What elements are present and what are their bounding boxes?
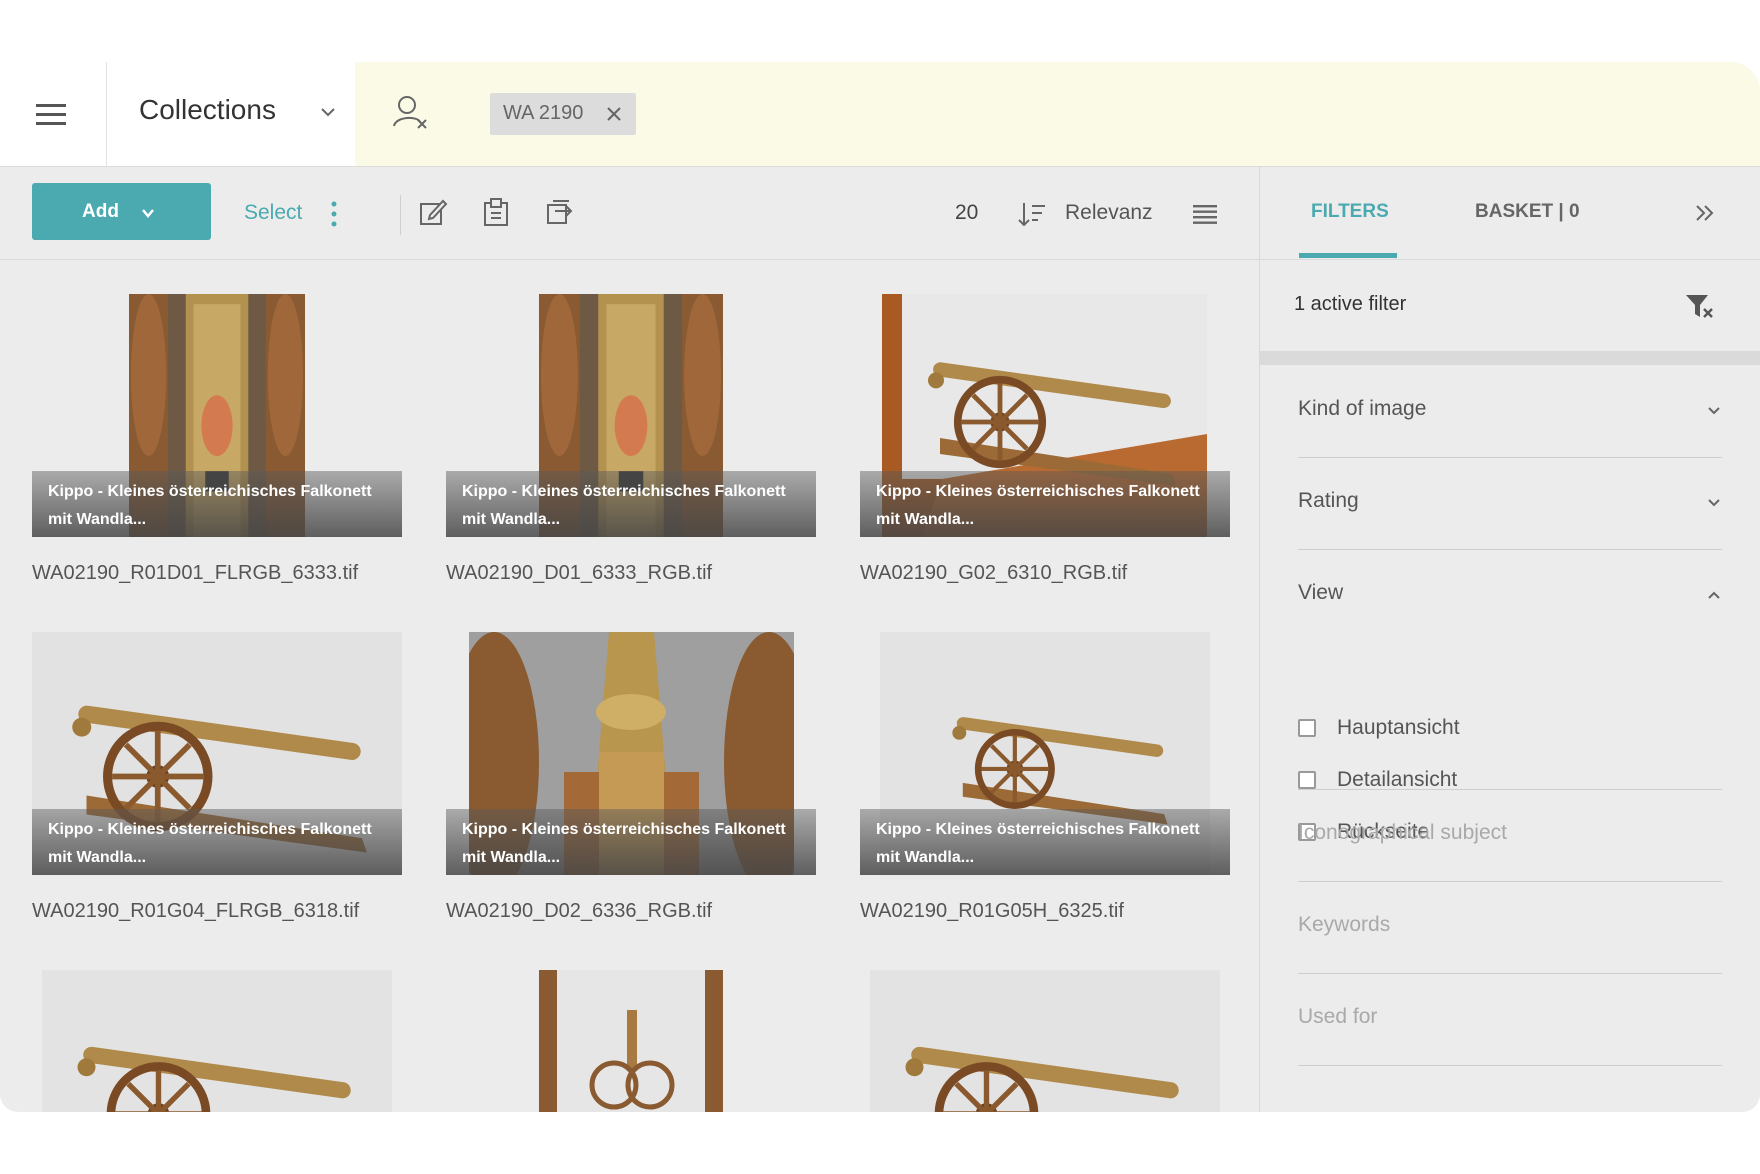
asset-card[interactable]	[860, 970, 1230, 1112]
section-label: Kind of image	[1298, 397, 1427, 420]
asset-thumbnail[interactable]: Kippo - Kleines österreichisches Falkone…	[446, 294, 816, 537]
filter-section-rating[interactable]: Rating	[1298, 457, 1722, 550]
asset-filename[interactable]: WA02190_R01G05H_6325.tif	[860, 900, 1124, 923]
asset-thumbnail[interactable]	[860, 970, 1230, 1112]
list-view-icon[interactable]	[1193, 204, 1217, 224]
asset-thumbnail[interactable]	[32, 970, 402, 1112]
filter-panel: FILTERS BASKET | 0 1 active filter Kind …	[1259, 167, 1760, 1112]
add-button[interactable]: Add	[32, 183, 211, 240]
collections-dropdown[interactable]: Collections	[139, 94, 276, 126]
add-button-label: Add	[82, 201, 119, 222]
checkbox-label: Hauptansicht	[1337, 716, 1460, 739]
asset-filename[interactable]: WA02190_R01D01_FLRGB_6333.tif	[32, 562, 358, 585]
checkbox[interactable]	[1298, 771, 1316, 789]
asset-card[interactable]: Kippo - Kleines österreichisches Falkone…	[860, 632, 1230, 922]
asset-caption: Kippo - Kleines österreichisches Falkone…	[876, 483, 1200, 528]
tab-filters[interactable]: FILTERS	[1311, 201, 1389, 223]
header-divider	[106, 62, 107, 166]
asset-caption: Kippo - Kleines österreichisches Falkone…	[48, 483, 372, 528]
double-chevron-right-icon[interactable]	[1694, 203, 1716, 223]
asset-card[interactable]: Kippo - Kleines österreichisches Falkone…	[860, 294, 1230, 584]
header-left: Collections	[0, 62, 355, 166]
filter-section-used-for[interactable]: Used for	[1298, 973, 1722, 1066]
clear-filter-icon[interactable]	[1684, 291, 1714, 321]
caption-overlay: Kippo - Kleines österreichisches Falkone…	[446, 471, 816, 537]
more-vertical-icon[interactable]	[330, 201, 338, 227]
asset-thumbnail[interactable]: Kippo - Kleines österreichisches Falkone…	[32, 632, 402, 875]
chevron-up-icon[interactable]	[1706, 587, 1722, 603]
active-tab-indicator	[1299, 253, 1397, 258]
chevron-down-icon[interactable]	[1706, 495, 1722, 511]
sort-icon[interactable]	[1018, 201, 1046, 227]
cannon-side-image	[870, 970, 1220, 1112]
asset-caption: Kippo - Kleines österreichisches Falkone…	[462, 483, 786, 528]
caption-overlay: Kippo - Kleines österreichisches Falkone…	[860, 809, 1230, 875]
chevron-down-icon[interactable]	[1706, 403, 1722, 419]
caption-overlay: Kippo - Kleines österreichisches Falkone…	[32, 471, 402, 537]
section-label: Iconographical subject	[1298, 821, 1507, 844]
asset-filename[interactable]: WA02190_G02_6310_RGB.tif	[860, 562, 1127, 585]
asset-caption: Kippo - Kleines österreichisches Falkone…	[48, 821, 372, 866]
export-icon[interactable]	[545, 197, 575, 227]
search-filter-chip: WA 2190	[490, 93, 636, 135]
asset-filename[interactable]: WA02190_D01_6333_RGB.tif	[446, 562, 712, 585]
caption-overlay: Kippo - Kleines österreichisches Falkone…	[32, 809, 402, 875]
asset-filename[interactable]: WA02190_D02_6336_RGB.tif	[446, 900, 712, 923]
page-size[interactable]: 20	[955, 201, 978, 225]
asset-thumbnail[interactable]	[446, 970, 816, 1112]
chip-label: WA 2190	[503, 102, 584, 124]
caption-overlay: Kippo - Kleines österreichisches Falkone…	[446, 809, 816, 875]
asset-thumbnail[interactable]: Kippo - Kleines österreichisches Falkone…	[860, 294, 1230, 537]
asset-thumbnail[interactable]: Kippo - Kleines österreichisches Falkone…	[860, 632, 1230, 875]
asset-card[interactable]: Kippo - Kleines österreichisches Falkone…	[32, 294, 402, 584]
chevron-down-icon[interactable]	[318, 102, 338, 122]
close-icon[interactable]	[606, 106, 622, 122]
toolbar-divider	[400, 195, 401, 235]
section-label: Keywords	[1298, 913, 1391, 936]
cannon-side-image	[42, 970, 392, 1112]
header-bar: Collections WA 2190	[0, 62, 1760, 167]
app-window: Collections WA 2190 Add Select 20 Releva…	[0, 62, 1760, 1112]
active-filter-count: 1 active filter	[1294, 293, 1407, 315]
checkbox[interactable]	[1298, 719, 1316, 737]
asset-grid: Kippo - Kleines österreichisches Falkone…	[0, 260, 1259, 1112]
clipboard-icon[interactable]	[481, 197, 511, 227]
panel-tabs: FILTERS BASKET | 0	[1260, 167, 1760, 260]
section-label: Used for	[1298, 1005, 1378, 1028]
panel-divider	[1260, 351, 1760, 365]
asset-card[interactable]	[32, 970, 402, 1112]
filter-section-iconographical-subject[interactable]: Iconographical subject	[1298, 789, 1722, 882]
asset-thumbnail[interactable]: Kippo - Kleines österreichisches Falkone…	[32, 294, 402, 537]
asset-card[interactable]: Kippo - Kleines österreichisches Falkone…	[32, 632, 402, 922]
select-button[interactable]: Select	[244, 201, 302, 225]
asset-filename[interactable]: WA02190_R01G04_FLRGB_6318.tif	[32, 900, 359, 923]
cannon-rear-image	[539, 970, 723, 1112]
filter-section-view: View	[1298, 549, 1722, 790]
asset-caption: Kippo - Kleines österreichisches Falkone…	[462, 821, 786, 866]
asset-card[interactable]: Kippo - Kleines österreichisches Falkone…	[446, 632, 816, 922]
caption-overlay: Kippo - Kleines österreichisches Falkone…	[860, 471, 1230, 537]
user-remove-icon[interactable]	[390, 92, 430, 132]
chevron-down-icon	[142, 209, 154, 218]
tab-basket[interactable]: BASKET | 0	[1475, 201, 1580, 223]
menu-icon[interactable]	[36, 102, 68, 126]
toolbar: Add Select 20 Relevanz	[0, 167, 1259, 260]
sort-dropdown[interactable]: Relevanz	[1065, 201, 1153, 225]
asset-card[interactable]: Kippo - Kleines österreichisches Falkone…	[446, 294, 816, 584]
filter-section-kind-of-image[interactable]: Kind of image	[1298, 365, 1722, 458]
asset-caption: Kippo - Kleines österreichisches Falkone…	[876, 821, 1200, 866]
section-label[interactable]: View	[1298, 581, 1343, 605]
asset-card[interactable]	[446, 970, 816, 1112]
edit-icon[interactable]	[418, 197, 448, 227]
section-label: Rating	[1298, 489, 1359, 512]
filter-section-keywords[interactable]: Keywords	[1298, 881, 1722, 974]
asset-thumbnail[interactable]: Kippo - Kleines österreichisches Falkone…	[446, 632, 816, 875]
